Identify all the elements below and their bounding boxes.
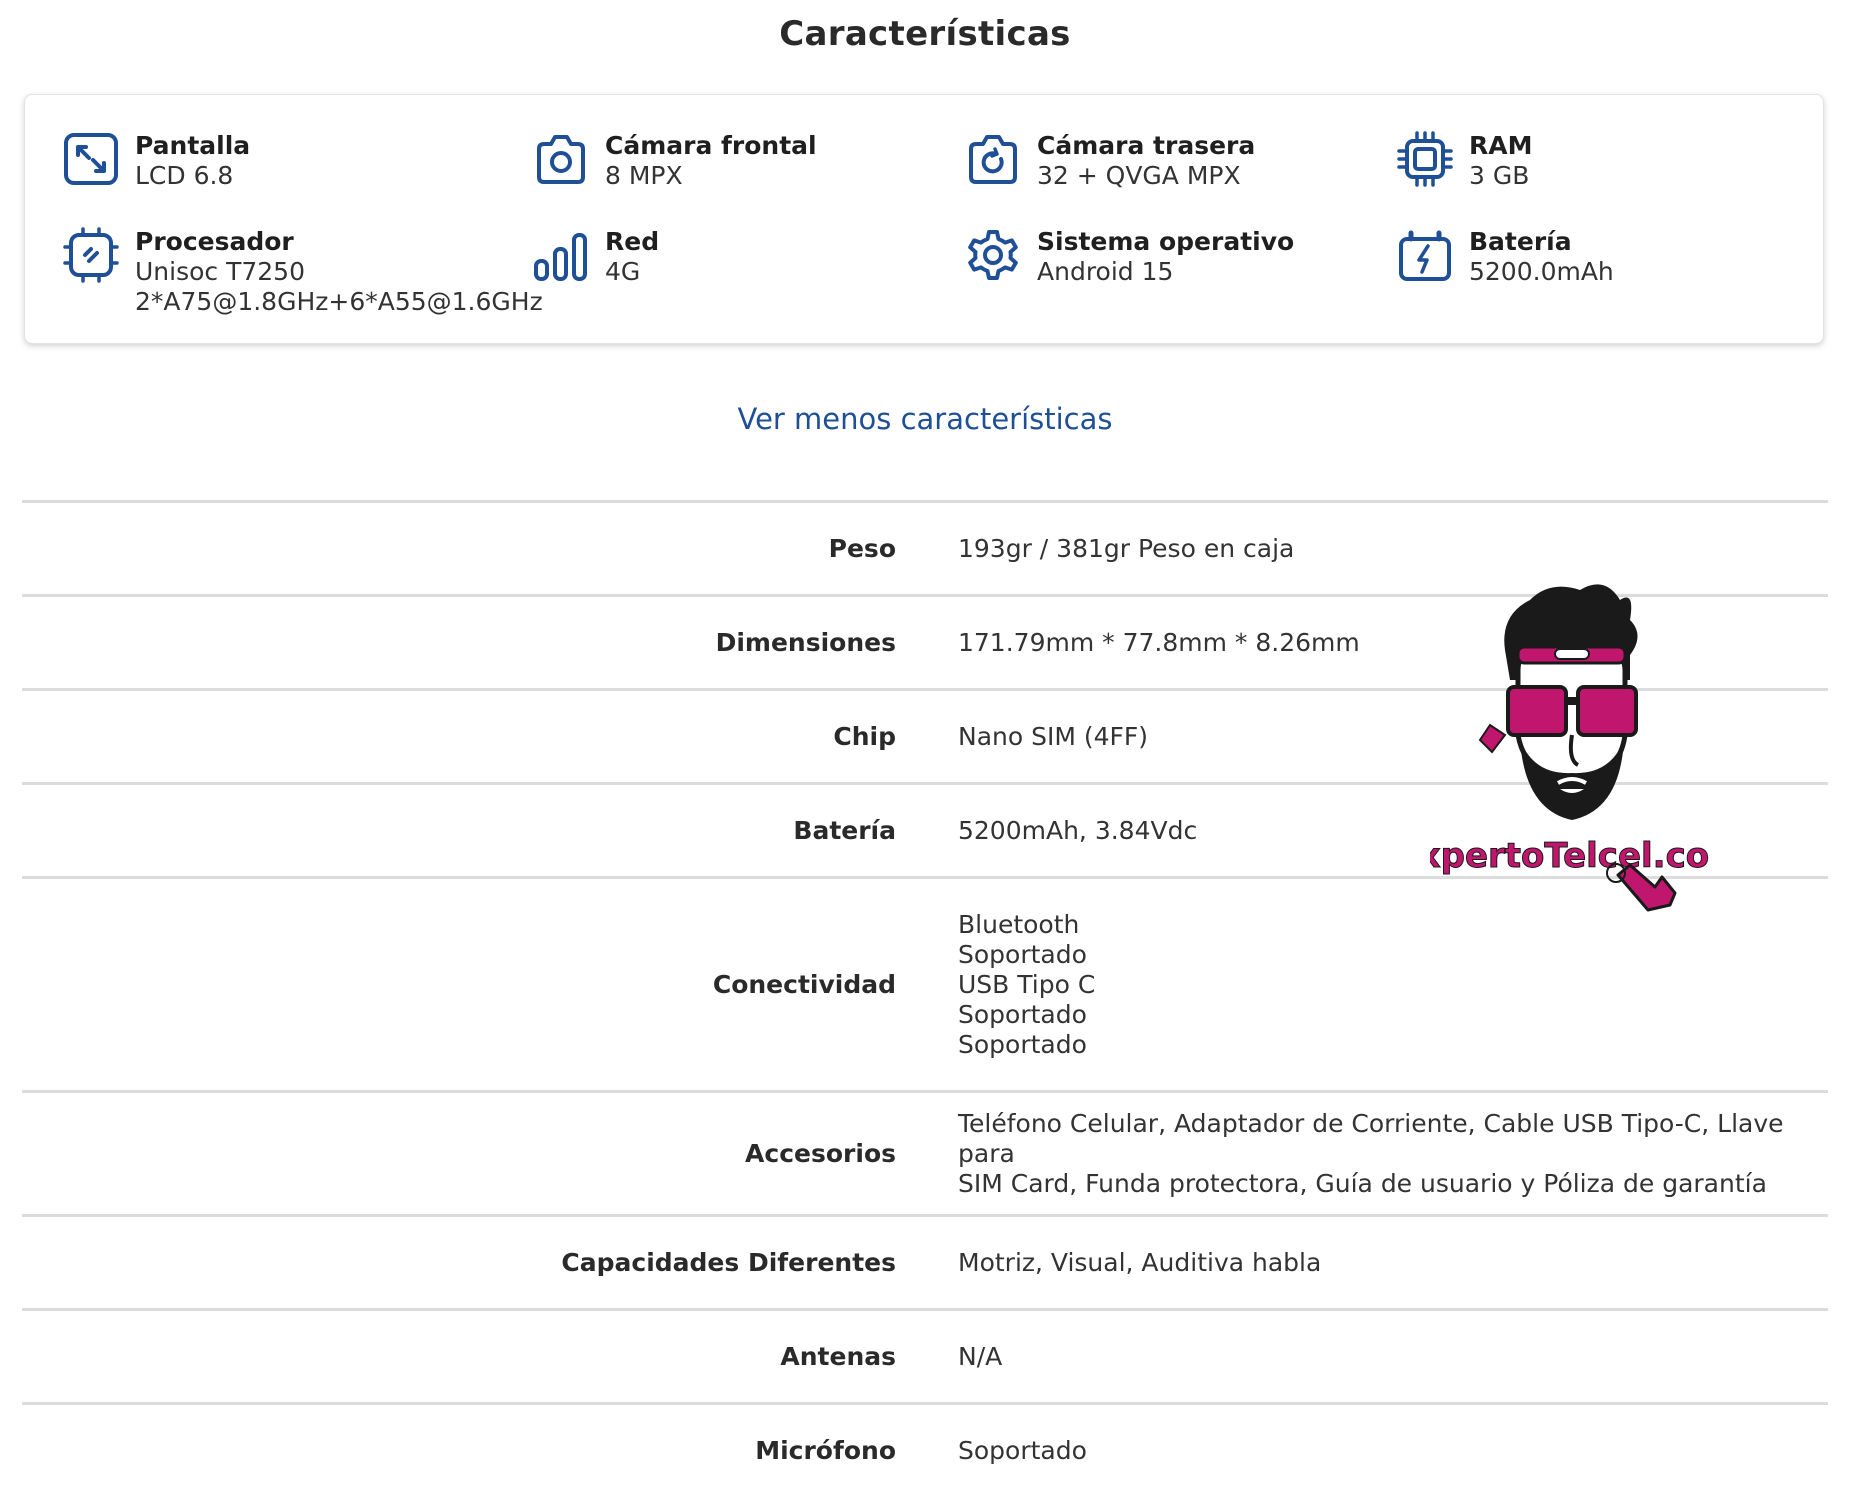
feature-label: RAM [1469, 131, 1533, 160]
spec-value-line: Teléfono Celular, Adaptador de Corriente… [958, 1108, 1784, 1168]
watermark-text: ExpertoTelcel.com [1430, 836, 1710, 876]
spec-value-line: SIM Card, Funda protectora, Guía de usua… [958, 1168, 1767, 1198]
camera-icon [531, 129, 591, 189]
spec-label: Chip [833, 722, 896, 751]
spec-value-line: USB Tipo C [958, 969, 1096, 999]
camera-rotate-icon [963, 129, 1023, 189]
feature-label: Batería [1469, 227, 1572, 256]
features-card: Pantalla LCD 6.8 Cámara frontal 8 MPX Cá… [24, 94, 1824, 344]
spec-row-capacidades: Capacidades Diferentes Motriz, Visual, A… [22, 1214, 1828, 1308]
feature-value: 5200.0mAh [1469, 257, 1614, 286]
spec-label: Capacidades Diferentes [561, 1248, 896, 1277]
spec-value-line: Soportado [958, 999, 1087, 1029]
feature-value-detail: 2*A75@1.8GHz+6*A55@1.6GHz [135, 287, 543, 316]
ver-menos-link[interactable]: Ver menos características [0, 402, 1850, 436]
feature-sistema-operativo: Sistema operativo Android 15 [963, 225, 1294, 287]
memory-chip-icon [1395, 129, 1455, 189]
feature-red: Red 4G [531, 225, 659, 287]
spec-label: Dimensiones [715, 628, 896, 657]
signal-bars-icon [531, 225, 591, 285]
spec-label: Micrófono [755, 1436, 896, 1465]
feature-label: Sistema operativo [1037, 227, 1295, 256]
feature-procesador: Procesador Unisoc T7250 2*A75@1.8GHz+6*A… [61, 225, 543, 317]
feature-value: 32 + QVGA MPX [1037, 161, 1241, 190]
feature-value: 8 MPX [605, 161, 683, 190]
feature-value: 3 GB [1469, 161, 1530, 190]
feature-camara-frontal: Cámara frontal 8 MPX [531, 129, 817, 191]
feature-pantalla: Pantalla LCD 6.8 [61, 129, 250, 191]
feature-value: Android 15 [1037, 257, 1174, 286]
expand-icon [61, 129, 121, 189]
expertotelcel-watermark-logo: ExpertoTelcel.com [1395, 575, 1745, 915]
spec-value: N/A [958, 1341, 1003, 1371]
spec-value: Soportado [958, 1435, 1087, 1465]
spec-value: Teléfono Celular, Adaptador de Corriente… [958, 1109, 1818, 1199]
feature-label: Red [605, 227, 660, 256]
spec-row-antenas: Antenas N/A [22, 1308, 1828, 1402]
spec-value-line: Soportado [958, 1029, 1087, 1059]
feature-value: Unisoc T7250 [135, 257, 305, 286]
feature-label: Pantalla [135, 131, 251, 160]
characteristics-page: Características Pantalla LCD 6.8 Cámara … [0, 0, 1850, 1490]
feature-camara-trasera: Cámara trasera 32 + QVGA MPX [963, 129, 1255, 191]
spec-value: 193gr / 381gr Peso en caja [958, 533, 1295, 563]
feature-label: Cámara frontal [605, 131, 817, 160]
spec-label: Conectividad [712, 970, 896, 999]
feature-value: 4G [605, 257, 641, 286]
section-title: Características [779, 14, 1071, 54]
spec-label: Antenas [780, 1342, 896, 1371]
feature-label: Cámara trasera [1037, 131, 1256, 160]
feature-value: LCD 6.8 [135, 161, 234, 190]
feature-label: Procesador [135, 227, 294, 256]
spec-value: Motriz, Visual, Auditiva habla [958, 1247, 1322, 1277]
gear-icon [963, 225, 1023, 285]
feature-bateria: Batería 5200.0mAh [1395, 225, 1614, 287]
spec-value-line: Soportado [958, 939, 1087, 969]
spec-label: Peso [828, 534, 896, 563]
feature-ram: RAM 3 GB [1395, 129, 1532, 191]
spec-label: Batería [793, 816, 896, 845]
spec-value: Bluetooth Soportado USB Tipo C Soportado… [958, 910, 1818, 1060]
spec-row-accesorios: Accesorios Teléfono Celular, Adaptador d… [22, 1090, 1828, 1214]
spec-row-microfono: Micrófono Soportado [22, 1402, 1828, 1490]
spec-label: Accesorios [745, 1139, 896, 1168]
battery-icon [1395, 225, 1455, 285]
processor-icon [61, 225, 121, 285]
